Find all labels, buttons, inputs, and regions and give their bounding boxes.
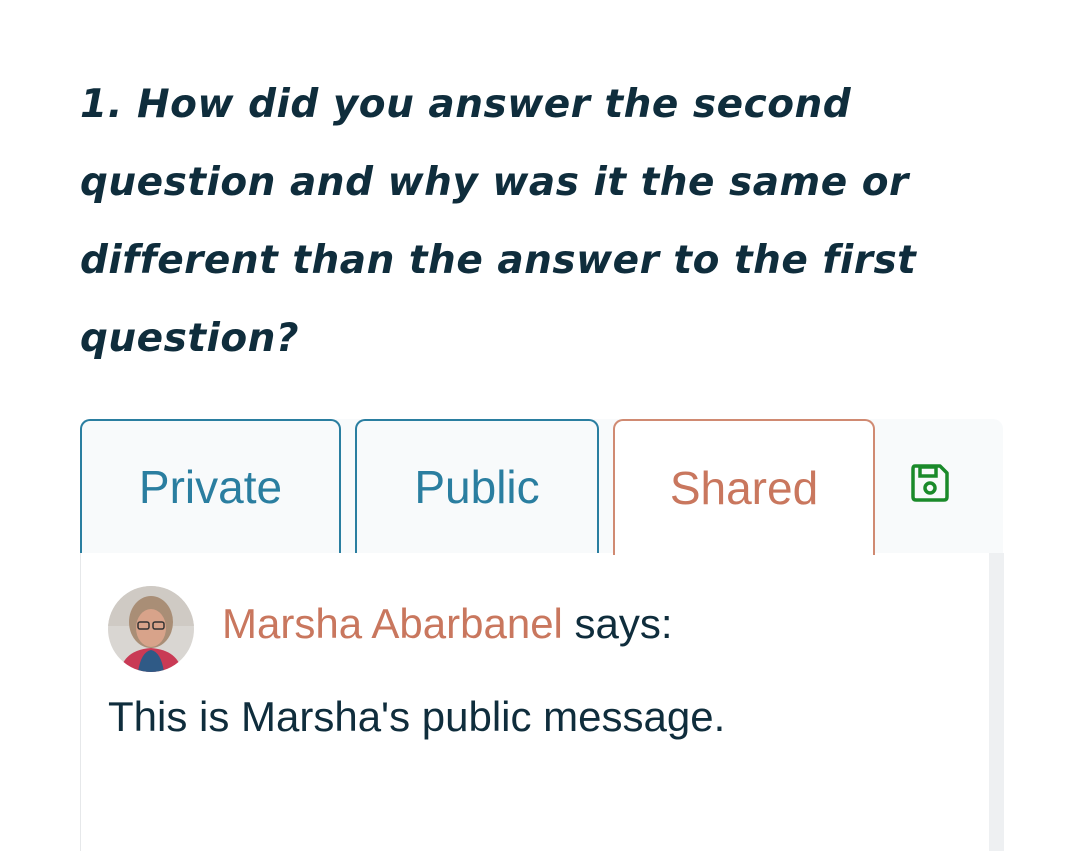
tab-public-label: Public (414, 461, 540, 513)
page: 1. How did you answer the second questio… (0, 0, 1079, 851)
comment-message: This is Marsha's public message. (108, 693, 726, 740)
comment-author-line: Marsha Abarbanel says: (222, 598, 673, 650)
tab-private-label: Private (138, 461, 283, 513)
tab-private[interactable]: Private (80, 419, 341, 553)
avatar (108, 586, 194, 672)
tab-shared-label: Shared (669, 462, 819, 514)
question-heading: 1. How did you answer the second questio… (80, 82, 917, 361)
save-button[interactable] (904, 458, 956, 508)
floppy-disk-icon (911, 464, 949, 502)
tab-public[interactable]: Public (355, 419, 599, 553)
tab-shared[interactable]: Shared (613, 419, 875, 555)
comment-author-name[interactable]: Marsha Abarbanel (222, 600, 563, 647)
comment-says-label: says: (562, 600, 673, 647)
